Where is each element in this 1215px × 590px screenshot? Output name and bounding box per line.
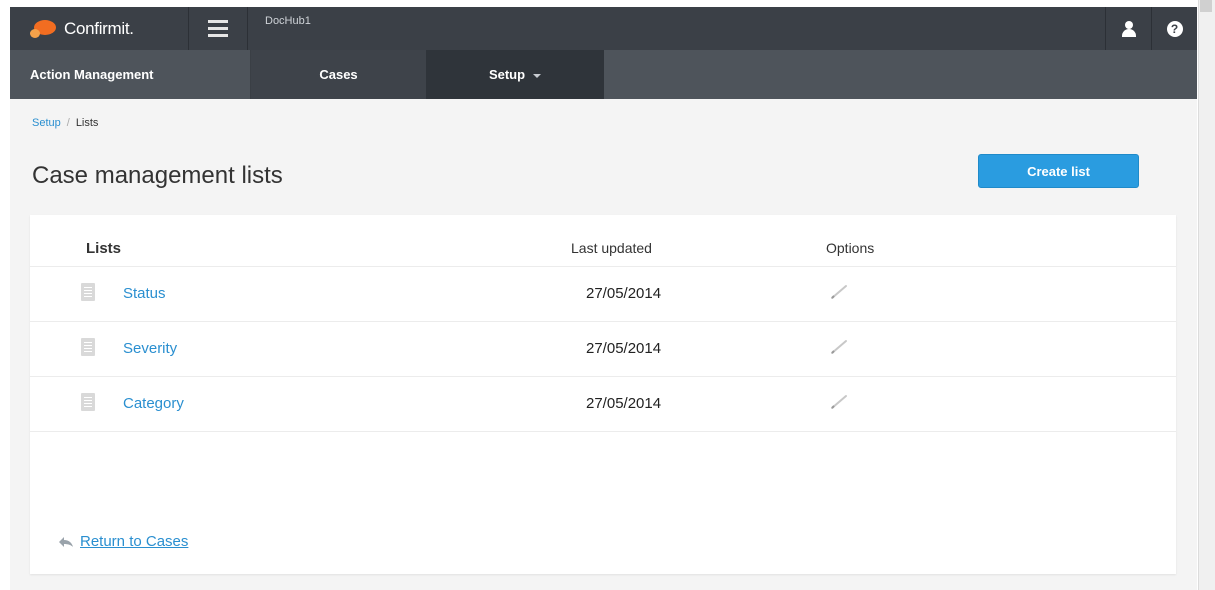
scroll-up-arrow-icon[interactable] [1200, 0, 1212, 12]
create-list-button[interactable]: Create list [978, 154, 1139, 188]
help-icon: ? [1166, 20, 1183, 37]
lists-panel: Lists Last updated Options Status 27/05/… [30, 215, 1176, 574]
nav-tab-setup[interactable]: Setup [426, 50, 604, 99]
project-name: DocHub1 [265, 15, 311, 27]
last-updated-value: 27/05/2014 [586, 285, 662, 302]
table-row: Severity 27/05/2014 [30, 321, 1176, 376]
pencil-edit-icon[interactable] [828, 393, 850, 411]
list-link-status[interactable]: Status [123, 285, 166, 302]
pencil-edit-icon[interactable] [828, 283, 850, 301]
pencil-edit-icon[interactable] [828, 338, 850, 356]
document-icon [81, 283, 95, 301]
help-button[interactable]: ? [1151, 7, 1197, 50]
main-nav: Action Management Cases Setup [10, 50, 1197, 99]
column-header-options: Options [826, 240, 875, 256]
page-title: Case management lists [32, 162, 283, 189]
return-to-cases-label: Return to Cases [80, 533, 189, 550]
confirmit-logo[interactable]: Confirmit. [10, 7, 188, 50]
table-bottom-divider [30, 431, 1176, 432]
column-header-last-updated: Last updated [571, 240, 652, 256]
last-updated-value: 27/05/2014 [586, 340, 662, 357]
user-button[interactable] [1105, 7, 1151, 50]
table-row: Status 27/05/2014 [30, 266, 1176, 321]
top-bar: Confirmit. DocHub1 ? [10, 7, 1197, 50]
reply-arrow-icon [59, 536, 73, 547]
list-link-category[interactable]: Category [123, 395, 184, 412]
table-row: Category 27/05/2014 [30, 376, 1176, 431]
nav-tab-cases[interactable]: Cases [250, 50, 426, 99]
document-icon [81, 393, 95, 411]
chevron-down-icon [533, 73, 542, 78]
document-icon [81, 338, 95, 356]
column-header-lists: Lists [86, 240, 122, 257]
logo-text: Confirmit. [64, 18, 134, 38]
return-to-cases-link[interactable]: Return to Cases [58, 533, 188, 550]
user-icon [1121, 20, 1137, 37]
app-window: Confirmit. DocHub1 ? Action Management C… [10, 7, 1197, 590]
breadcrumb-separator: / [66, 117, 70, 129]
hamburger-menu-icon[interactable] [188, 7, 248, 50]
nav-action-management[interactable]: Action Management [10, 50, 250, 99]
breadcrumb: Setup / Lists [32, 117, 98, 129]
nav-tab-cases-label: Cases [319, 67, 358, 82]
confirmit-logo-icon [30, 19, 56, 38]
list-link-severity[interactable]: Severity [123, 340, 177, 357]
last-updated-value: 27/05/2014 [586, 395, 662, 412]
breadcrumb-setup-link[interactable]: Setup [32, 117, 61, 129]
nav-tab-setup-label: Setup [488, 67, 526, 82]
breadcrumb-current: Lists [75, 117, 99, 129]
vertical-scrollbar[interactable] [1198, 0, 1215, 590]
